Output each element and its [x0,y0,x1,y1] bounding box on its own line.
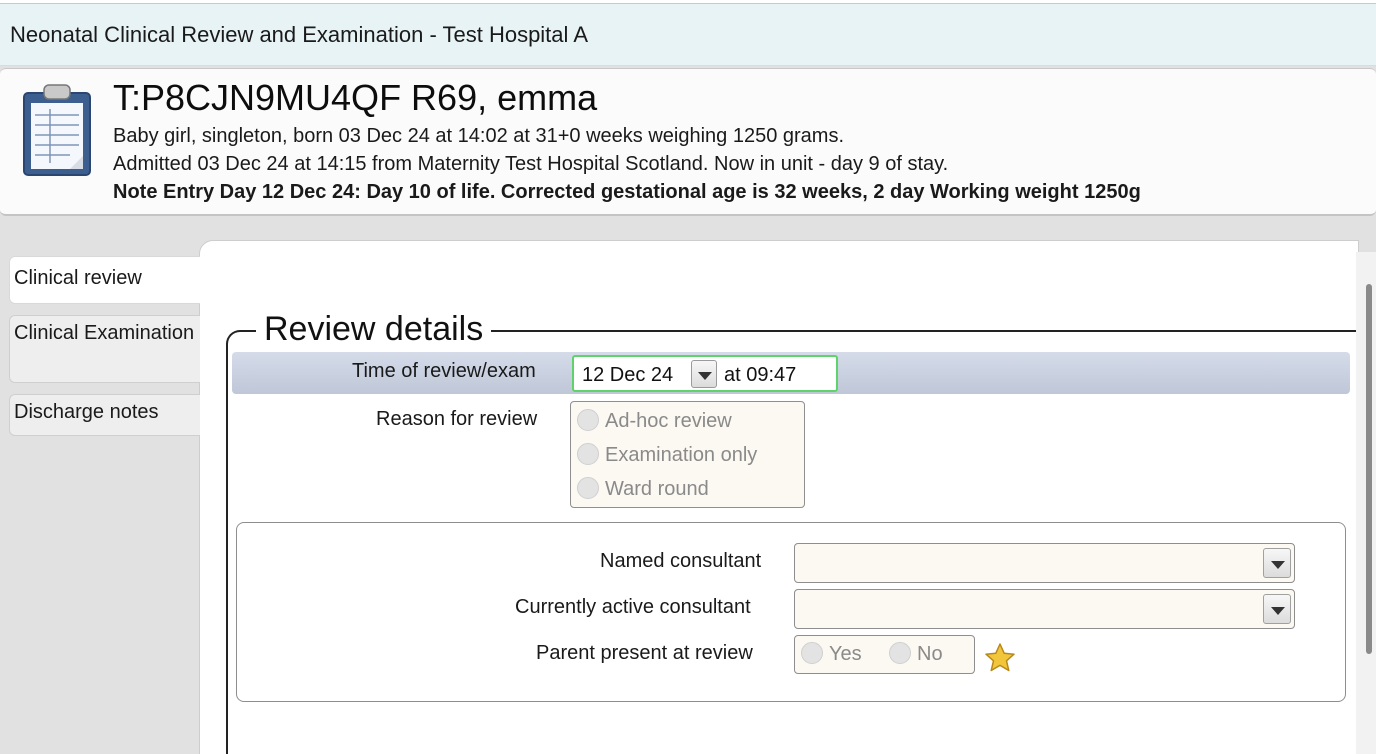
active-consultant-label: Currently active consultant [515,596,751,618]
reason-radio-group: Ad-hoc review Examination only Ward roun… [570,401,805,508]
chevron-down-icon [1271,607,1285,615]
radio-label: No [917,643,943,665]
date-dropdown-button[interactable] [691,360,717,388]
time-of-review-label: Time of review/exam [352,360,536,382]
star-icon[interactable] [984,642,1016,674]
admission-info: Admitted 03 Dec 24 at 14:15 from Materni… [113,153,949,175]
radio-circle-icon[interactable] [889,642,911,665]
tab-label: Clinical review [14,267,142,289]
tab-label: Discharge notes [14,401,159,423]
radio-circle-icon[interactable] [577,409,599,432]
parent-present-label: Parent present at review [536,642,753,664]
radio-circle-icon[interactable] [801,642,823,665]
chevron-down-icon [1271,561,1285,569]
named-consultant-label: Named consultant [600,550,762,572]
scrollbar-thumb[interactable] [1366,284,1372,654]
tab-clinical-examination[interactable]: Clinical Examination [9,315,200,383]
named-consultant-dropdown-button[interactable] [1263,548,1291,578]
radio-yes[interactable]: Yes [801,642,862,666]
radio-ward-round[interactable]: Ward round [577,477,709,501]
radio-label: Yes [829,643,862,665]
active-consultant-select[interactable] [794,589,1295,629]
birth-info: Baby girl, singleton, born 03 Dec 24 at … [113,125,845,147]
clipboard-icon [23,84,91,176]
note-entry-info: Note Entry Day 12 Dec 24: Day 10 of life… [113,181,1141,203]
review-datetime-field[interactable]: 12 Dec 24 at 09:47 [572,355,838,392]
radio-label: Examination only [605,444,758,466]
radio-label: Ward round [605,478,709,500]
radio-no[interactable]: No [889,642,943,666]
active-consultant-dropdown-button[interactable] [1263,594,1291,624]
radio-circle-icon[interactable] [577,477,599,500]
chevron-down-icon [698,372,712,380]
section-title: Review details [256,310,492,349]
reason-for-review-label: Reason for review [376,408,538,430]
radio-examination-only[interactable]: Examination only [577,443,758,467]
tab-label: Clinical Examination [14,322,195,344]
time-value[interactable]: at 09:47 [724,364,796,387]
patient-name: T:P8CJN9MU4QF R69, emma [113,77,598,118]
date-value[interactable]: 12 Dec 24 [582,364,673,387]
vertical-scrollbar[interactable] [1356,252,1376,754]
window-titlebar: Neonatal Clinical Review and Examination… [0,4,1376,66]
named-consultant-select[interactable] [794,543,1295,583]
radio-ad-hoc-review[interactable]: Ad-hoc review [577,409,732,433]
tab-clinical-review[interactable]: Clinical review [9,256,200,304]
tab-discharge-notes[interactable]: Discharge notes [9,394,200,436]
radio-circle-icon[interactable] [577,443,599,466]
radio-label: Ad-hoc review [605,410,732,432]
patient-header: T:P8CJN9MU4QF R69, emma Baby girl, singl… [0,68,1376,216]
parent-present-radio-group: Yes No [794,635,975,674]
window-title: Neonatal Clinical Review and Examination… [10,22,588,47]
